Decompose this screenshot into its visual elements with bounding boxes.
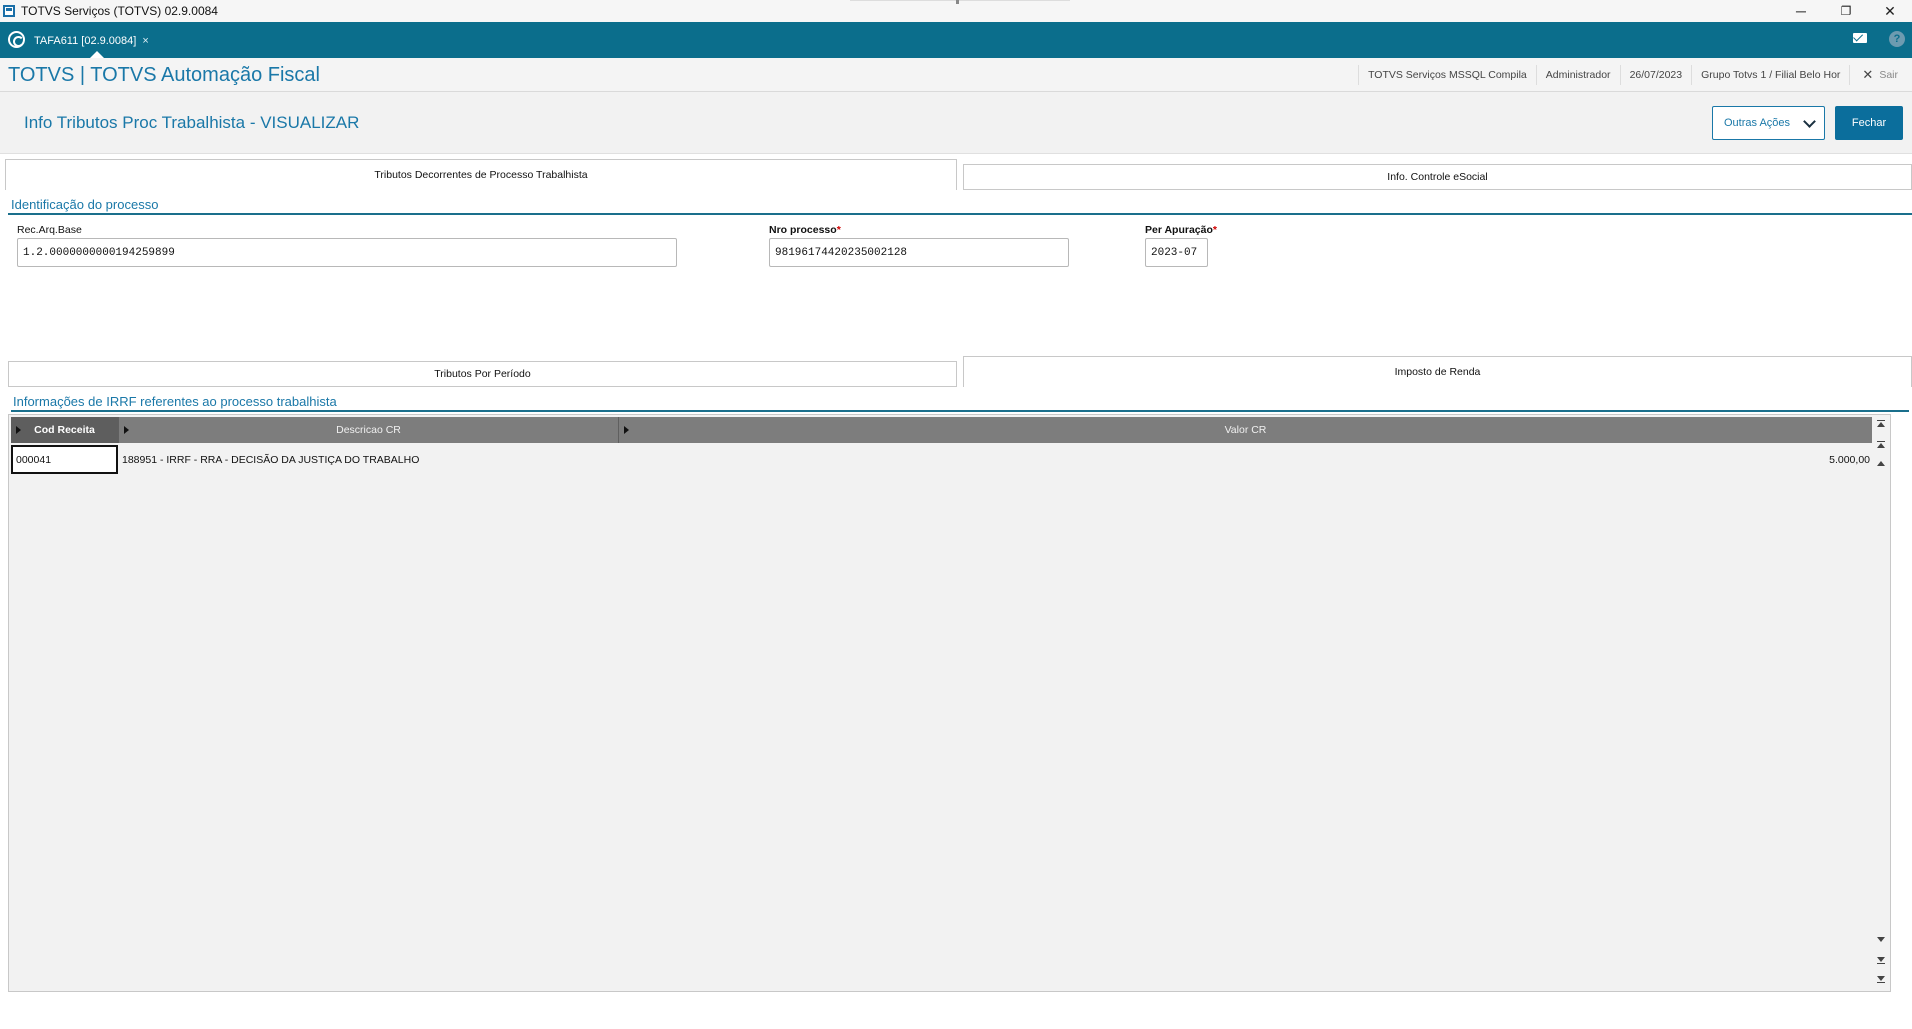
nro-processo-label-text: Nro processo — [769, 224, 837, 236]
grid-header: Cod Receita Descricao CR Valor CR — [11, 417, 1872, 443]
irrf-grid[interactable]: Cod Receita Descricao CR Valor CR 000041… — [8, 414, 1891, 992]
tab-label: TAFA611 [02.9.0084] — [34, 35, 137, 47]
chevron-down-icon — [1803, 115, 1816, 128]
grid-vertical-scrollbar[interactable] — [1872, 415, 1890, 991]
rec-arq-base-field[interactable]: 1.2.0000000000194259899 — [17, 238, 677, 267]
scroll-first-icon[interactable] — [1877, 422, 1885, 427]
section-divider — [8, 213, 1912, 215]
mail-icon[interactable] — [1853, 33, 1867, 43]
user-label: Administrador — [1535, 65, 1620, 85]
titlebar-drag-hint — [850, 0, 1070, 1]
active-tab-caret-icon — [90, 51, 104, 58]
column-label: Valor CR — [1224, 424, 1267, 436]
scroll-pageup-bar-icon — [1877, 441, 1885, 442]
scroll-top-bar-icon — [1877, 420, 1885, 421]
column-label: Cod Receita — [34, 424, 95, 436]
nro-processo-field[interactable]: 98196174420235002128 — [769, 238, 1069, 267]
column-marker-icon — [124, 426, 129, 434]
titlebar-center-mark — [956, 0, 959, 4]
valor-cell[interactable]: 5.000,00 — [619, 445, 1870, 474]
close-window-button[interactable]: ✕ — [1868, 0, 1912, 22]
tab-info-controle-esocial[interactable]: Info. Controle eSocial — [963, 164, 1912, 190]
column-header-descricao[interactable]: Descricao CR — [119, 417, 619, 443]
exit-button[interactable]: ✕ Sair — [1849, 65, 1912, 85]
help-icon[interactable]: ? — [1889, 31, 1905, 47]
scroll-down-icon[interactable] — [1877, 937, 1885, 942]
per-apuracao-field[interactable]: 2023-07 — [1145, 238, 1208, 267]
session-info: TOTVS Serviços MSSQL Compila Administrad… — [1358, 58, 1912, 92]
minimize-button[interactable]: ─ — [1779, 0, 1823, 22]
environment-label: TOTVS Serviços MSSQL Compila — [1358, 65, 1536, 85]
rec-arq-base-label: Rec.Arq.Base — [17, 224, 82, 236]
table-row[interactable]: 000041 188951 - IRRF - RRA - DECISÃO DA … — [11, 445, 1872, 474]
app-window-icon — [3, 5, 15, 17]
column-header-valor[interactable]: Valor CR — [619, 417, 1872, 443]
restore-button[interactable]: ❐ — [1824, 0, 1868, 22]
other-actions-button[interactable]: Outras Ações — [1712, 106, 1825, 140]
per-apuracao-label-text: Per Apuração — [1145, 224, 1213, 236]
tab-tributos-decorrentes[interactable]: Tributos Decorrentes de Processo Trabalh… — [5, 159, 957, 190]
date-label: 26/07/2023 — [1619, 65, 1692, 85]
section-divider — [11, 410, 1909, 412]
cod-receita-cell[interactable]: 000041 — [11, 445, 118, 474]
irrf-section-title: Informações de IRRF referentes ao proces… — [13, 394, 337, 409]
close-button[interactable]: Fechar — [1835, 106, 1903, 140]
scroll-bottom-bar-icon — [1877, 982, 1885, 983]
window-titlebar: TOTVS Serviços (TOTVS) 02.9.0084 ─ ❐ ✕ — [0, 0, 1912, 22]
required-mark: * — [1212, 224, 1217, 236]
column-header-cod-receita[interactable]: Cod Receita — [11, 417, 119, 443]
exit-icon: ✕ — [1862, 67, 1874, 82]
app-brand: TOTVS | TOTVS Automação Fiscal — [8, 64, 320, 86]
process-section-title: Identificação do processo — [11, 197, 159, 212]
scroll-pagedown-bar-icon — [1877, 963, 1885, 964]
tab-imposto-de-renda[interactable]: Imposto de Renda — [963, 356, 1912, 387]
column-label: Descricao CR — [336, 424, 401, 436]
per-apuracao-label: Per Apuração* — [1145, 224, 1217, 236]
scroll-pagedown-icon[interactable] — [1877, 957, 1885, 962]
home-icon[interactable] — [8, 31, 25, 48]
tab-tafa611[interactable]: TAFA611 [02.9.0084] × — [34, 31, 149, 51]
exit-label: Sair — [1879, 69, 1898, 81]
nro-processo-label: Nro processo* — [769, 224, 841, 236]
required-mark: * — [836, 224, 841, 236]
scroll-last-icon[interactable] — [1877, 976, 1885, 981]
page-title: Info Tributos Proc Trabalhista - VISUALI… — [24, 113, 360, 132]
tab-tributos-por-periodo[interactable]: Tributos Por Período — [8, 361, 957, 387]
descricao-cell[interactable]: 188951 - IRRF - RRA - DECISÃO DA JUSTIÇA… — [122, 445, 617, 474]
tab-close-icon[interactable]: × — [142, 35, 148, 47]
page-header: Info Tributos Proc Trabalhista - VISUALI… — [0, 92, 1912, 154]
branch-label: Grupo Totvs 1 / Filial Belo Hor — [1691, 65, 1849, 85]
column-marker-icon — [16, 426, 21, 434]
column-marker-icon — [624, 426, 629, 434]
module-tabstrip: TAFA611 [02.9.0084] × ? — [0, 22, 1912, 58]
other-actions-label: Outras Ações — [1724, 117, 1791, 129]
window-title: TOTVS Serviços (TOTVS) 02.9.0084 — [21, 4, 218, 18]
scroll-up-icon[interactable] — [1877, 461, 1885, 466]
app-header: TOTVS | TOTVS Automação Fiscal TOTVS Ser… — [0, 58, 1912, 92]
scroll-pageup-icon[interactable] — [1877, 443, 1885, 448]
